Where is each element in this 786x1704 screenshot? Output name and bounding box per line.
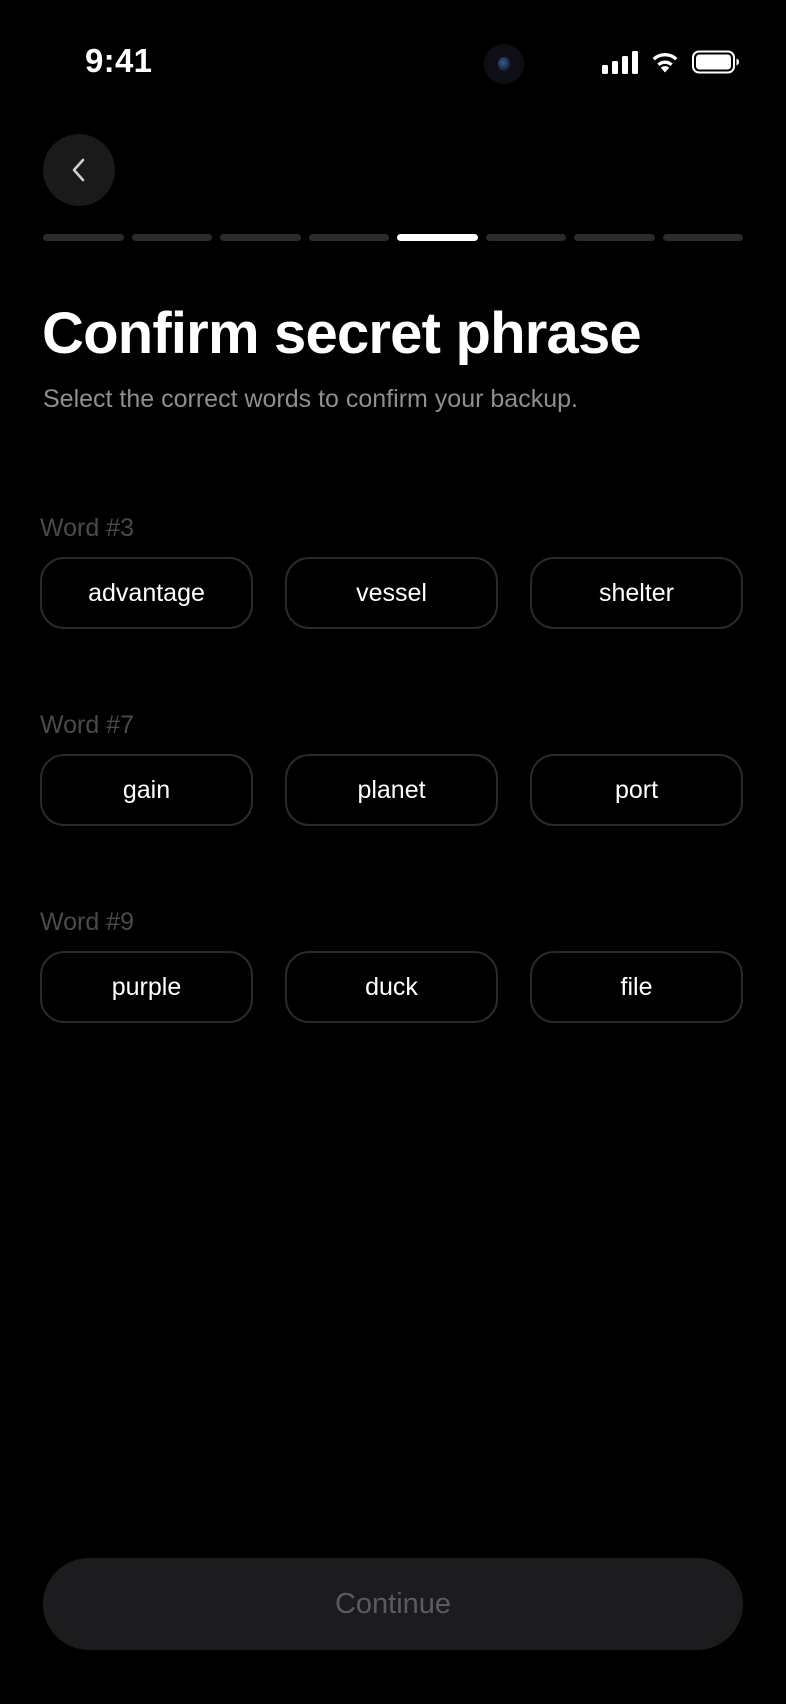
continue-button[interactable]: Continue <box>43 1558 743 1650</box>
word-option-button[interactable]: duck <box>285 951 498 1023</box>
status-time: 9:41 <box>85 42 153 79</box>
chevron-left-icon <box>72 158 85 182</box>
word-options: advantage vessel shelter <box>40 557 743 629</box>
camera-indicator <box>484 44 524 84</box>
word-option-button[interactable]: advantage <box>40 557 253 629</box>
progress-segment <box>220 234 301 241</box>
back-button[interactable] <box>43 134 115 206</box>
wifi-icon <box>650 50 680 74</box>
progress-segment <box>308 234 389 241</box>
progress-segment <box>43 234 124 241</box>
cellular-signal-icon <box>602 50 638 74</box>
word-label: Word #3 <box>40 514 135 542</box>
status-icons <box>602 50 740 74</box>
progress-segment <box>485 234 566 241</box>
word-label: Word #7 <box>40 711 135 739</box>
word-options: purple duck file <box>40 951 743 1023</box>
word-option-button[interactable]: port <box>530 754 743 826</box>
progress-segment <box>574 234 655 241</box>
page-title: Confirm secret phrase <box>42 301 642 366</box>
progress-segment <box>662 234 743 241</box>
word-options: gain planet port <box>40 754 743 826</box>
battery-icon <box>692 50 740 74</box>
progress-indicator <box>43 234 743 241</box>
word-option-button[interactable]: purple <box>40 951 253 1023</box>
progress-segment <box>131 234 212 241</box>
word-option-button[interactable]: vessel <box>285 557 498 629</box>
word-label: Word #9 <box>40 908 135 936</box>
word-group-9: Word #9 purple duck file <box>40 906 743 1023</box>
page-subtitle: Select the correct words to confirm your… <box>43 385 578 413</box>
word-group-3: Word #3 advantage vessel shelter <box>40 512 743 629</box>
word-option-button[interactable]: shelter <box>530 557 743 629</box>
word-option-button[interactable]: file <box>530 951 743 1023</box>
word-option-button[interactable]: gain <box>40 754 253 826</box>
progress-segment <box>397 234 478 241</box>
word-group-7: Word #7 gain planet port <box>40 709 743 826</box>
word-option-button[interactable]: planet <box>285 754 498 826</box>
